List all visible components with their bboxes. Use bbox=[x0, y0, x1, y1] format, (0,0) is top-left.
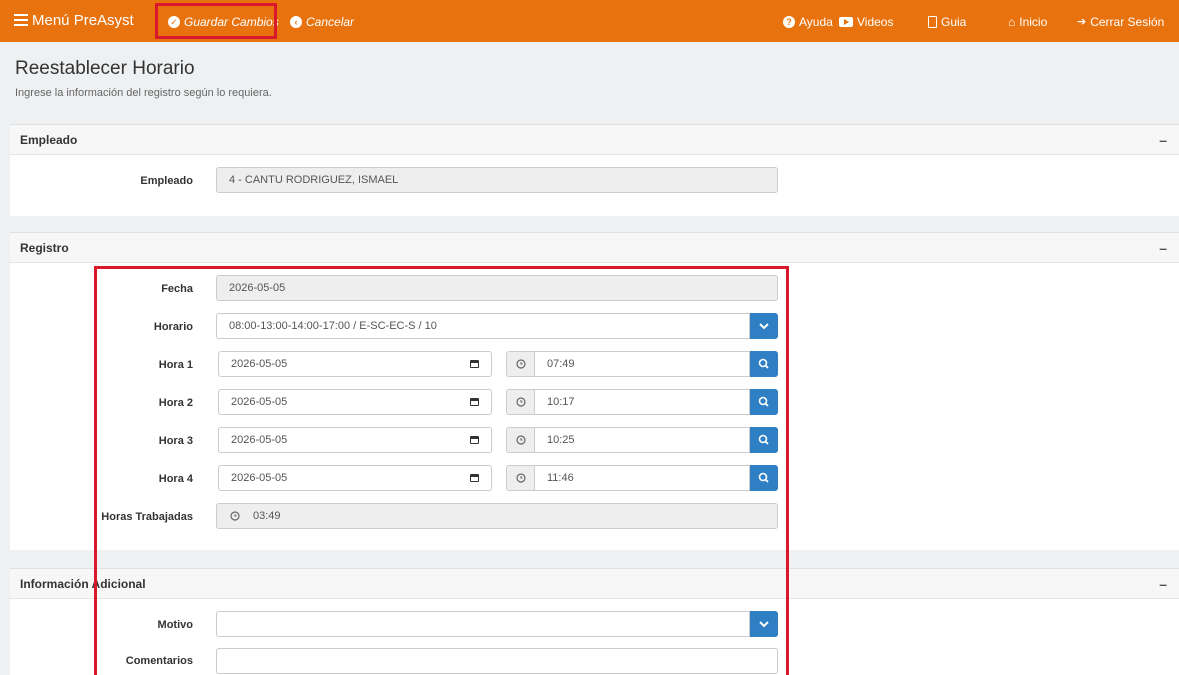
hora-3-date-value: 2026-05-05 bbox=[231, 434, 288, 446]
search-icon bbox=[758, 396, 769, 407]
registro-panel-title: Registro bbox=[20, 241, 69, 255]
hora-1-date-value: 2026-05-05 bbox=[231, 358, 288, 370]
horario-select[interactable]: 08:00-13:00-14:00-17:00 / E-SC-EC-S / 10 bbox=[216, 313, 750, 339]
clock-icon bbox=[230, 511, 240, 521]
help-link[interactable]: ? Ayuda bbox=[783, 0, 833, 42]
videos-label: Videos bbox=[857, 14, 894, 29]
hora-2-date-input[interactable]: 2026-05-05 bbox=[218, 389, 492, 415]
horas-trabajadas-label: Horas Trabajadas bbox=[101, 511, 193, 523]
calendar-icon[interactable] bbox=[470, 474, 479, 482]
hora-1-search-button[interactable] bbox=[750, 351, 778, 377]
calendar-icon[interactable] bbox=[470, 360, 479, 368]
cancel-button[interactable]: ‹ Cancelar bbox=[290, 0, 354, 42]
motivo-dropdown-button[interactable] bbox=[750, 611, 778, 637]
hora-4-label: Hora 4 bbox=[158, 473, 193, 485]
info-adicional-panel-header[interactable]: Información Adicional – bbox=[10, 569, 1179, 599]
save-highlight-box bbox=[155, 3, 277, 39]
hora-4-date-input[interactable]: 2026-05-05 bbox=[218, 465, 492, 491]
help-label: Ayuda bbox=[799, 14, 833, 29]
home-icon: ⌂ bbox=[1008, 14, 1016, 29]
info-adicional-panel: Información Adicional – Motivo Comentari… bbox=[10, 568, 1179, 675]
guide-label: Guia bbox=[941, 14, 967, 29]
hora-4-date-value: 2026-05-05 bbox=[231, 472, 288, 484]
hora-4-search-button[interactable] bbox=[750, 465, 778, 491]
comentarios-input[interactable] bbox=[216, 648, 778, 674]
home-label: Inicio bbox=[1019, 14, 1048, 29]
motivo-select[interactable] bbox=[216, 611, 750, 637]
clock-addon bbox=[506, 351, 534, 377]
hora-3-date-input[interactable]: 2026-05-05 bbox=[218, 427, 492, 453]
hora-1-date-input[interactable]: 2026-05-05 bbox=[218, 351, 492, 377]
search-icon bbox=[758, 434, 769, 445]
hora-4-time-input[interactable]: 11:46 bbox=[534, 465, 750, 491]
hora-1-time-input[interactable]: 07:49 bbox=[534, 351, 750, 377]
videos-link[interactable]: Videos bbox=[839, 0, 893, 42]
logout-link[interactable]: ➔ Cerrar Sesión bbox=[1077, 0, 1164, 42]
guide-link[interactable]: Guia bbox=[928, 0, 966, 42]
collapse-button[interactable]: – bbox=[1159, 233, 1167, 263]
collapse-button[interactable]: – bbox=[1159, 125, 1167, 155]
empleado-field: 4 - CANTU RODRIGUEZ, ISMAEL bbox=[216, 167, 778, 193]
horario-dropdown-button[interactable] bbox=[750, 313, 778, 339]
clock-icon bbox=[516, 473, 526, 483]
collapse-button[interactable]: – bbox=[1159, 569, 1167, 599]
hora-2-search-button[interactable] bbox=[750, 389, 778, 415]
clock-addon bbox=[506, 427, 534, 453]
hora-3-search-button[interactable] bbox=[750, 427, 778, 453]
info-adicional-panel-title: Información Adicional bbox=[20, 577, 146, 591]
hora-2-label: Hora 2 bbox=[158, 397, 193, 409]
hora-2-time-input[interactable]: 10:17 bbox=[534, 389, 750, 415]
logout-label: Cerrar Sesión bbox=[1090, 14, 1165, 29]
comentarios-label: Comentarios bbox=[125, 655, 193, 667]
clock-icon bbox=[516, 435, 526, 445]
search-icon bbox=[758, 358, 769, 369]
search-icon bbox=[758, 472, 769, 483]
motivo-label: Motivo bbox=[157, 619, 193, 631]
horas-trabajadas-value: 03:49 bbox=[253, 510, 281, 522]
hamburger-icon bbox=[14, 14, 28, 27]
page-title: Reestablecer Horario bbox=[15, 58, 195, 79]
clock-addon bbox=[506, 389, 534, 415]
chevron-down-icon bbox=[759, 323, 769, 330]
video-icon bbox=[839, 16, 853, 27]
sign-out-icon: ➔ bbox=[1077, 15, 1087, 28]
hora-3-label: Hora 3 bbox=[158, 435, 193, 447]
top-navbar: Menú PreAsyst ✓ Guardar Cambios ‹ Cancelar… bbox=[0, 0, 1179, 42]
cancel-label: Cancelar bbox=[306, 14, 355, 29]
question-circle-icon: ? bbox=[783, 15, 795, 28]
menu-toggle[interactable]: Menú PreAsyst bbox=[14, 0, 134, 42]
empleado-panel-header[interactable]: Empleado – bbox=[10, 125, 1179, 155]
menu-label: Menú PreAsyst bbox=[32, 12, 134, 30]
page-subtitle: Ingrese la información del registro segú… bbox=[15, 87, 272, 99]
calendar-icon[interactable] bbox=[470, 398, 479, 406]
clock-addon bbox=[506, 465, 534, 491]
calendar-icon[interactable] bbox=[470, 436, 479, 444]
empleado-label: Empleado bbox=[140, 175, 193, 187]
clock-icon bbox=[516, 359, 526, 369]
hora-3-time-input[interactable]: 10:25 bbox=[534, 427, 750, 453]
home-link[interactable]: ⌂ Inicio bbox=[1008, 0, 1047, 42]
hora-2-date-value: 2026-05-05 bbox=[231, 396, 288, 408]
empleado-panel-title: Empleado bbox=[20, 133, 78, 147]
registro-panel: Registro – Fecha 2026-05-05 Horario 08:0… bbox=[10, 232, 1179, 550]
arrow-left-circle-icon: ‹ bbox=[290, 15, 302, 28]
hora-1-label: Hora 1 bbox=[158, 359, 193, 371]
empleado-panel: Empleado – Empleado 4 - CANTU RODRIGUEZ,… bbox=[10, 124, 1179, 216]
chevron-down-icon bbox=[759, 621, 769, 628]
fecha-field: 2026-05-05 bbox=[216, 275, 778, 301]
horario-label: Horario bbox=[153, 321, 193, 333]
fecha-label: Fecha bbox=[161, 283, 193, 295]
clock-icon bbox=[516, 397, 526, 407]
registro-panel-header[interactable]: Registro – bbox=[10, 233, 1179, 263]
file-icon bbox=[928, 15, 937, 28]
horas-trabajadas-field: 03:49 bbox=[216, 503, 778, 529]
